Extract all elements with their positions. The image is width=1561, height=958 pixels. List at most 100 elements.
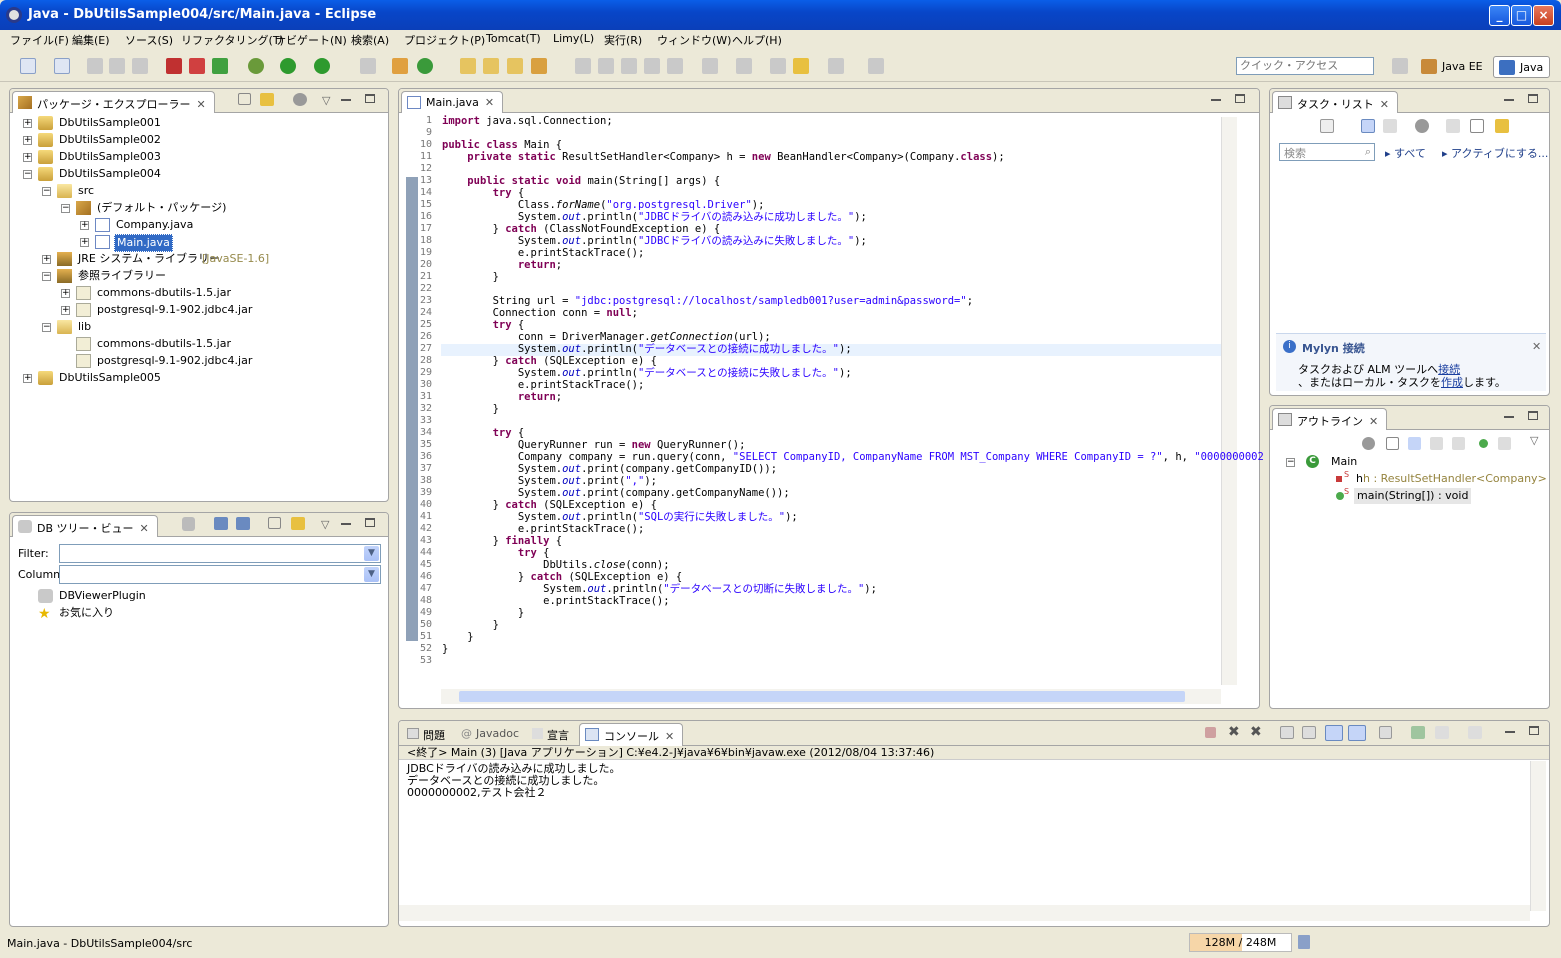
close-tab-icon[interactable]: ✕: [665, 730, 674, 743]
forward-arrow-icon[interactable]: [828, 58, 844, 74]
close-tab-icon[interactable]: ✕: [140, 522, 149, 535]
console-vertical-scrollbar[interactable]: [1530, 761, 1546, 911]
menu-limy[interactable]: Limy(L): [553, 32, 594, 45]
code-line[interactable]: System.out.println("JDBCドライバの読み込みに成功しました…: [442, 211, 867, 223]
code-line[interactable]: Connection conn = null;: [442, 307, 638, 319]
code-line[interactable]: e.printStackTrace();: [442, 379, 644, 391]
pin-editor-icon[interactable]: [868, 58, 884, 74]
collapse-all-icon[interactable]: [268, 517, 281, 529]
code-line[interactable]: System.out.println("SQLの実行に失敗しました。");: [442, 511, 798, 523]
open-perspective-icon[interactable]: [1392, 58, 1408, 74]
minimize-maximize[interactable]: [1505, 725, 1545, 739]
code-line[interactable]: e.printStackTrace();: [442, 523, 644, 535]
perspective-java-ee[interactable]: Java EE: [1416, 56, 1489, 78]
code-line[interactable]: } catch (SQLException e) {: [442, 355, 657, 367]
open-folder-icon[interactable]: [507, 58, 523, 74]
code-line[interactable]: import java.sql.Connection;: [442, 115, 613, 127]
menu-edit[interactable]: 編集(E): [72, 32, 110, 48]
add-database-icon[interactable]: [182, 517, 195, 531]
tab-db-tree[interactable]: DB ツリー・ビュー ✕: [12, 515, 158, 537]
new-icon[interactable]: [20, 58, 36, 74]
code-line[interactable]: System.out.println("データベースとの接続に失敗しました。")…: [442, 367, 852, 379]
vertical-scrollbar[interactable]: [1221, 117, 1237, 685]
minimize-maximize[interactable]: [341, 93, 381, 107]
show-stdout-icon[interactable]: [1325, 725, 1343, 741]
tab-task-list[interactable]: タスク・リスト ✕: [1272, 91, 1398, 113]
code-line[interactable]: }: [442, 403, 499, 415]
tab-problems[interactable]: 問題: [407, 727, 445, 743]
menu-window[interactable]: ウィンドウ(W): [657, 32, 731, 48]
run-icon[interactable]: [280, 58, 296, 74]
code-line[interactable]: } catch (ClassNotFoundException e) {: [442, 223, 721, 235]
minimize-maximize[interactable]: [1504, 410, 1544, 424]
minimize-maximize[interactable]: [1211, 93, 1251, 107]
all-filter[interactable]: ▸ すべて: [1385, 145, 1426, 161]
link-icon[interactable]: [291, 517, 305, 530]
menu-tomcat[interactable]: Tomcat(T): [486, 32, 541, 45]
filter-combo[interactable]: ▼: [59, 544, 381, 563]
collapse-all-icon[interactable]: [1470, 119, 1484, 133]
menu-navigate[interactable]: ナビゲート(N): [275, 32, 347, 48]
code-line[interactable]: }: [442, 643, 448, 655]
code-line[interactable]: String url = "jdbc:postgresql://localhos…: [442, 295, 973, 307]
code-line[interactable]: e.printStackTrace();: [442, 247, 644, 259]
scroll-thumb[interactable]: [459, 691, 1185, 702]
remove-all-icon[interactable]: ✖: [1250, 724, 1262, 740]
menu-project[interactable]: プロジェクト(P): [404, 32, 485, 48]
create-link[interactable]: 作成: [1441, 376, 1463, 389]
menu-search[interactable]: 検索(A): [351, 32, 389, 48]
code-line[interactable]: }: [442, 619, 499, 631]
menu-help[interactable]: ヘルプ(H): [732, 32, 782, 48]
code-line[interactable]: } finally {: [442, 535, 563, 547]
hide-fields-icon[interactable]: [1430, 437, 1443, 450]
close-tab-icon[interactable]: ✕: [485, 96, 494, 109]
print-icon[interactable]: [132, 58, 148, 74]
categorized-icon[interactable]: [1361, 119, 1375, 133]
collapse-all-icon[interactable]: [1386, 437, 1399, 450]
save-icon[interactable]: [87, 58, 103, 74]
last-edit-icon[interactable]: [736, 58, 752, 74]
hide-local-types-icon[interactable]: [1498, 437, 1511, 450]
code-line[interactable]: try {: [442, 187, 525, 199]
close-icon[interactable]: ✕: [1532, 340, 1541, 353]
code-line[interactable]: return;: [442, 259, 562, 271]
hide-nonpublic-icon[interactable]: [1479, 439, 1488, 448]
code-line[interactable]: conn = DriverManager.getConnection(url);: [442, 331, 771, 343]
skip-icon[interactable]: [360, 58, 376, 74]
highlight-icon[interactable]: [598, 58, 614, 74]
code-line[interactable]: } catch (SQLException e) {: [442, 571, 682, 583]
chevron-down-icon[interactable]: ▼: [364, 546, 379, 561]
column-combo[interactable]: ▼: [59, 565, 381, 584]
tab-package-explorer[interactable]: パッケージ・エクスプローラー ✕: [12, 91, 215, 113]
code-line[interactable]: Company company = run.query(conn, "SELEC…: [442, 451, 1264, 463]
activate-link[interactable]: ▸ アクティブにする...: [1442, 145, 1548, 161]
code-line[interactable]: public class Main {: [442, 139, 562, 151]
tab-outline[interactable]: アウトライン ✕: [1272, 408, 1388, 430]
annotation-icon[interactable]: [575, 58, 591, 74]
code-line[interactable]: System.out.println("JDBCドライバの読み込みに失敗しました…: [442, 235, 867, 247]
code-line[interactable]: }: [442, 631, 473, 643]
debug-icon[interactable]: [248, 58, 264, 74]
close-tab-icon[interactable]: ✕: [1380, 98, 1389, 111]
show-stderr-icon[interactable]: [1348, 725, 1366, 741]
tool-icon[interactable]: [212, 58, 228, 74]
tab-main-java[interactable]: Main.java ✕: [401, 91, 504, 113]
pin-console-icon[interactable]: [1379, 726, 1392, 739]
menu-refactor[interactable]: リファクタリング(T): [181, 32, 284, 48]
quick-access-input[interactable]: [1236, 57, 1374, 75]
code-line[interactable]: try {: [442, 319, 525, 331]
show-whitespace-icon[interactable]: [667, 58, 683, 74]
view-menu-icon[interactable]: ▽: [322, 94, 330, 107]
run-external-icon[interactable]: [314, 58, 330, 74]
code-line[interactable]: public static void main(String[] args) {: [442, 175, 720, 187]
scroll-lock-icon[interactable]: [1302, 726, 1316, 739]
export-icon[interactable]: [236, 517, 250, 530]
task-search-input[interactable]: 検索 ⌕: [1279, 143, 1375, 161]
hide-completed-icon[interactable]: [1446, 119, 1460, 133]
new-class-icon[interactable]: [417, 58, 433, 74]
open-type-icon[interactable]: [460, 58, 476, 74]
code-line[interactable]: } catch (SQLException e) {: [442, 499, 657, 511]
minimize-button[interactable]: _: [1489, 5, 1510, 26]
chevron-down-icon[interactable]: ▼: [364, 567, 379, 582]
code-line[interactable]: }: [442, 271, 499, 283]
